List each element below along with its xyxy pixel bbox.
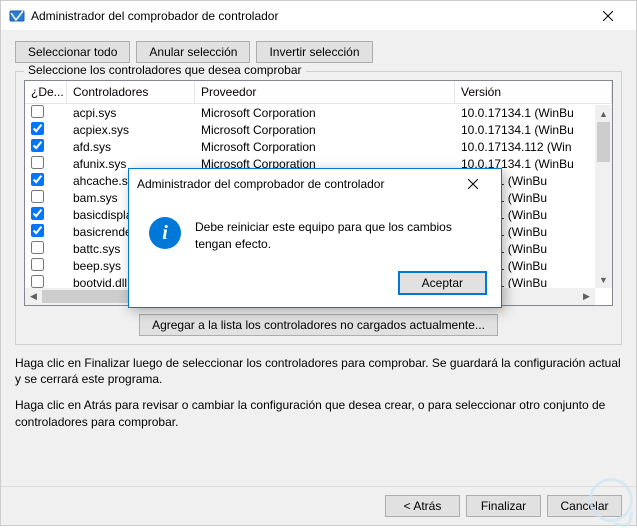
table-header: ¿De... Controladores Proveedor Versión [25, 81, 612, 104]
row-checkbox[interactable] [31, 122, 44, 135]
row-checkbox[interactable] [31, 190, 44, 203]
finish-button[interactable]: Finalizar [466, 495, 541, 517]
select-all-button[interactable]: Seleccionar todo [15, 41, 130, 63]
column-header-version[interactable]: Versión [455, 81, 612, 103]
cell-driver: afd.sys [67, 140, 195, 154]
watermark-icon [589, 478, 633, 522]
scroll-down-arrow[interactable]: ▼ [595, 271, 612, 288]
table-row[interactable]: acpiex.sysMicrosoft Corporation10.0.1713… [25, 121, 612, 138]
dialog-message: Debe reiniciar este equipo para que los … [195, 217, 481, 253]
scroll-left-arrow[interactable]: ◀ [25, 288, 42, 305]
cell-provider: Microsoft Corporation [195, 140, 455, 154]
row-checkbox[interactable] [31, 105, 44, 118]
scroll-thumb-vertical[interactable] [597, 122, 610, 162]
row-checkbox[interactable] [31, 224, 44, 237]
deselect-button[interactable]: Anular selección [136, 41, 250, 63]
close-icon [468, 179, 478, 189]
dialog-titlebar: Administrador del comprobador de control… [129, 169, 501, 199]
column-header-driver[interactable]: Controladores [67, 81, 195, 103]
row-checkbox[interactable] [31, 207, 44, 220]
cell-version: 10.0.17134.112 (Win [455, 140, 612, 154]
row-checkbox[interactable] [31, 275, 44, 288]
add-unloaded-drivers-button[interactable]: Agregar a la lista los controladores no … [139, 314, 498, 336]
column-header-checked[interactable]: ¿De... [25, 81, 67, 103]
dialog-close-button[interactable] [453, 170, 493, 198]
selection-toolbar: Seleccionar todo Anular selección Invert… [15, 41, 622, 63]
cell-driver: acpi.sys [67, 106, 195, 120]
row-checkbox[interactable] [31, 258, 44, 271]
dialog-ok-button[interactable]: Aceptar [398, 271, 487, 295]
table-row[interactable]: acpi.sysMicrosoft Corporation10.0.17134.… [25, 104, 612, 121]
dialog-title: Administrador del comprobador de control… [137, 177, 453, 191]
window-close-button[interactable] [588, 2, 628, 30]
groupbox-label: Seleccione los controladores que desea c… [24, 63, 306, 77]
app-icon [9, 8, 25, 24]
close-icon [603, 11, 613, 21]
cell-provider: Microsoft Corporation [195, 106, 455, 120]
cell-provider: Microsoft Corporation [195, 123, 455, 137]
help-text-1: Haga clic en Finalizar luego de seleccio… [15, 355, 622, 387]
cell-version: 10.0.17134.1 (WinBu [455, 106, 612, 120]
scroll-right-arrow[interactable]: ▶ [578, 288, 595, 305]
scroll-up-arrow[interactable]: ▲ [595, 105, 612, 122]
row-checkbox[interactable] [31, 156, 44, 169]
info-icon: i [149, 217, 181, 249]
row-checkbox[interactable] [31, 139, 44, 152]
invert-selection-button[interactable]: Invertir selección [256, 41, 372, 63]
back-button[interactable]: < Atrás [385, 495, 460, 517]
help-text-2: Haga clic en Atrás para revisar o cambia… [15, 397, 622, 429]
restart-dialog: Administrador del comprobador de control… [128, 168, 502, 308]
wizard-footer: < Atrás Finalizar Cancelar [1, 486, 636, 525]
window-title: Administrador del comprobador de control… [31, 9, 588, 23]
column-header-provider[interactable]: Proveedor [195, 81, 455, 103]
titlebar: Administrador del comprobador de control… [1, 1, 636, 31]
cell-driver: acpiex.sys [67, 123, 195, 137]
row-checkbox[interactable] [31, 241, 44, 254]
table-row[interactable]: afd.sysMicrosoft Corporation10.0.17134.1… [25, 138, 612, 155]
cell-version: 10.0.17134.1 (WinBu [455, 123, 612, 137]
vertical-scrollbar[interactable]: ▲ ▼ [595, 105, 612, 288]
row-checkbox[interactable] [31, 173, 44, 186]
